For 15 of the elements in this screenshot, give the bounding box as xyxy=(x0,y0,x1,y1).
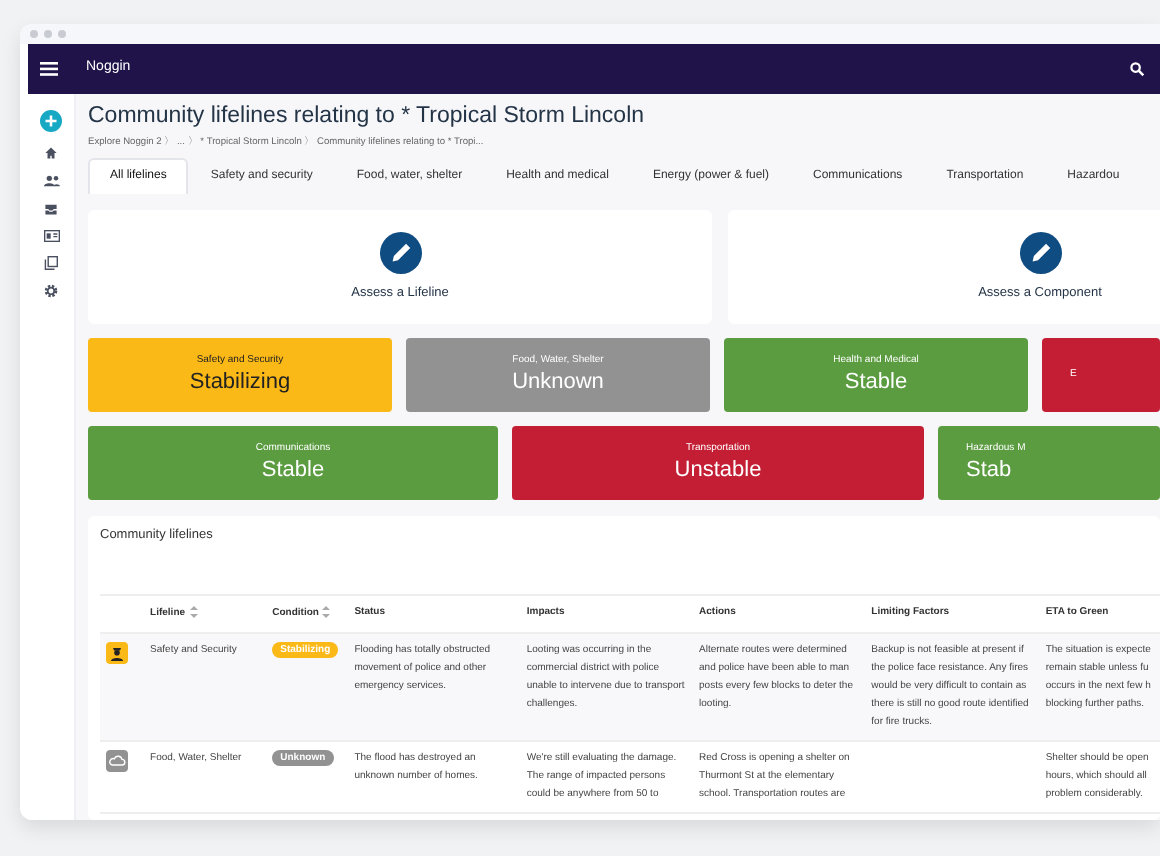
settings-icon[interactable] xyxy=(44,284,58,298)
id-card-icon[interactable] xyxy=(43,230,59,242)
window-dot xyxy=(30,30,38,38)
page-title: Community lifelines relating to * Tropical Storm Lincoln xyxy=(88,104,647,132)
pencil-icon xyxy=(1019,231,1061,274)
home-icon[interactable] xyxy=(44,146,58,160)
people-icon[interactable] xyxy=(43,174,59,188)
search-icon[interactable] xyxy=(1130,62,1144,76)
documents-icon[interactable] xyxy=(44,256,58,270)
add-icon[interactable] xyxy=(40,110,62,132)
inbox-icon[interactable] xyxy=(44,202,58,216)
window-dot xyxy=(44,30,52,38)
menu-icon[interactable] xyxy=(40,62,58,76)
window-dot xyxy=(58,30,66,38)
pencil-icon xyxy=(379,231,421,274)
